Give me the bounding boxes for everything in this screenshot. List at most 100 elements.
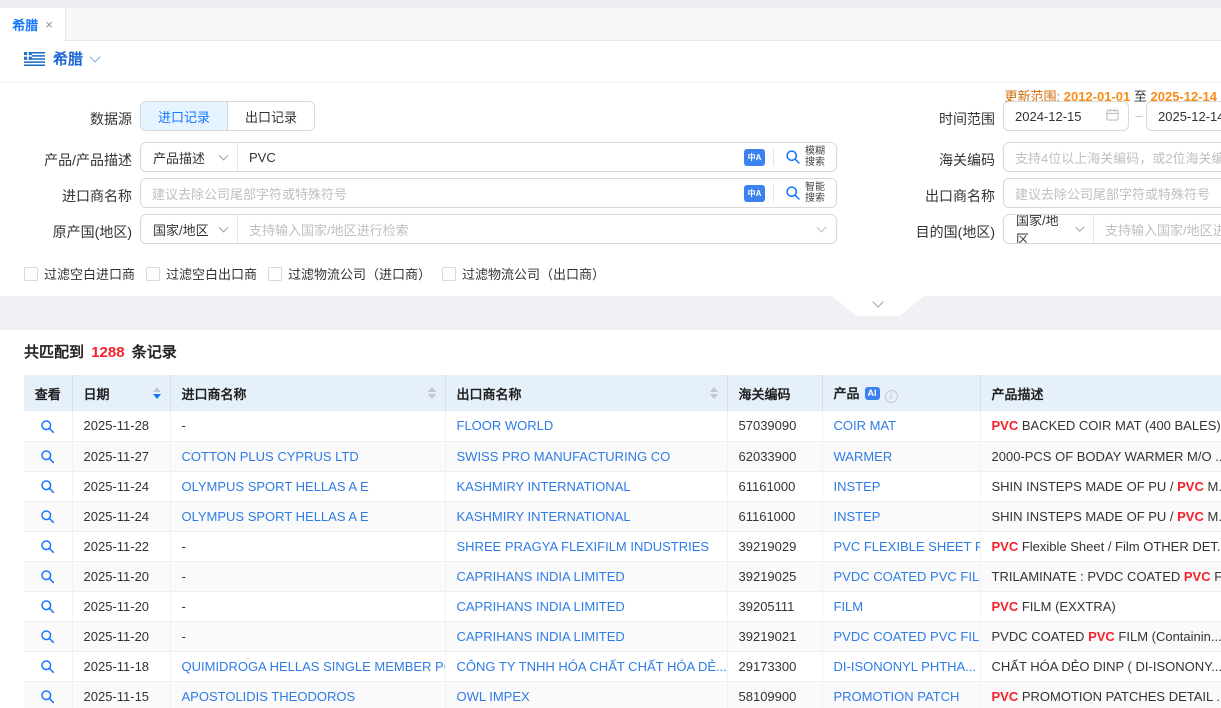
product-cell[interactable]: FILM (822, 591, 980, 621)
product-link[interactable]: PVDC COATED PVC FIL... (834, 569, 981, 584)
column-header-importer[interactable]: 进口商名称 (170, 375, 445, 411)
importer-link[interactable]: QUIMIDROGA HELLAS SINGLE MEMBER PC (182, 659, 446, 674)
search-icon[interactable] (40, 659, 55, 674)
importer-cell[interactable]: COTTON PLUS CYPRUS LTD (170, 441, 445, 471)
importer-cell[interactable]: QUIMIDROGA HELLAS SINGLE MEMBER PC (170, 651, 445, 681)
column-header-exporter[interactable]: 出口商名称 (445, 375, 727, 411)
exporter-cell[interactable]: SHREE PRAGYA FLEXIFILM INDUSTRIES (445, 531, 727, 561)
exporter-link[interactable]: CAPRIHANS INDIA LIMITED (457, 599, 625, 614)
view-record-button[interactable] (24, 411, 72, 441)
product-link[interactable]: FILM (834, 599, 864, 614)
view-record-button[interactable] (24, 471, 72, 501)
view-record-button[interactable] (24, 561, 72, 591)
exporter-cell[interactable]: OWL IMPEX (445, 681, 727, 708)
filter-checkbox[interactable]: 过滤物流公司（进口商） (268, 264, 431, 283)
exporter-link[interactable]: KASHMIRY INTERNATIONAL (457, 509, 631, 524)
info-icon[interactable]: i (885, 390, 898, 403)
product-link[interactable]: WARMER (834, 449, 893, 464)
view-record-button[interactable] (24, 531, 72, 561)
translate-icon[interactable]: 中A (744, 149, 765, 166)
exporter-cell[interactable]: KASHMIRY INTERNATIONAL (445, 501, 727, 531)
product-cell[interactable]: INSTEP (822, 501, 980, 531)
destination-country-input[interactable]: 支持输入国家/地区进行检索 (1094, 220, 1221, 239)
close-icon[interactable]: × (45, 18, 53, 31)
filter-checkbox[interactable]: 过滤物流公司（出口商） (442, 264, 605, 283)
exporter-cell[interactable]: CAPRIHANS INDIA LIMITED (445, 591, 727, 621)
search-icon[interactable] (40, 449, 55, 464)
checkbox-box[interactable] (24, 267, 38, 281)
view-record-button[interactable] (24, 651, 72, 681)
column-header-date[interactable]: 日期 (72, 375, 170, 411)
filter-checkbox[interactable]: 过滤空白进口商 (24, 264, 135, 283)
origin-country-select[interactable]: 国家/地区 (141, 215, 238, 243)
chevron-down-icon[interactable] (89, 51, 100, 62)
product-cell[interactable]: PVC FLEXIBLE SHEET F... (822, 531, 980, 561)
smart-search-button[interactable]: 智能 搜索 (774, 179, 836, 207)
translate-icon[interactable]: 中A (744, 185, 765, 202)
sort-control[interactable] (153, 387, 161, 399)
product-link[interactable]: PVC FLEXIBLE SHEET F... (834, 539, 981, 554)
product-link[interactable]: DI-ISONONYL PHTHA... (834, 659, 977, 674)
product-link[interactable]: PVDC COATED PVC FIL... (834, 629, 981, 644)
view-record-button[interactable] (24, 591, 72, 621)
hs-code-input[interactable]: 支持4位以上海关编码，或2位海关编码加 (1003, 142, 1221, 172)
search-icon[interactable] (40, 509, 55, 524)
product-cell[interactable]: PROMOTION PATCH (822, 681, 980, 708)
sort-control[interactable] (428, 387, 436, 399)
product-field-select[interactable]: 产品描述 (141, 143, 238, 171)
product-cell[interactable]: INSTEP (822, 471, 980, 501)
importer-cell[interactable]: OLYMPUS SPORT HELLAS A E (170, 471, 445, 501)
view-record-button[interactable] (24, 621, 72, 651)
exporter-input[interactable]: 建议去除公司尾部字符或特殊符号 (1003, 178, 1221, 208)
search-icon[interactable] (40, 479, 55, 494)
product-cell[interactable]: DI-ISONONYL PHTHA... (822, 651, 980, 681)
product-cell[interactable]: WARMER (822, 441, 980, 471)
checkbox-box[interactable] (146, 267, 160, 281)
destination-country-select[interactable]: 国家/地区 (1004, 215, 1094, 243)
importer-link[interactable]: OLYMPUS SPORT HELLAS A E (182, 479, 369, 494)
product-link[interactable]: INSTEP (834, 479, 881, 494)
view-record-button[interactable] (24, 441, 72, 471)
importer-cell[interactable]: APOSTOLIDIS THEODOROS (170, 681, 445, 708)
importer-link[interactable]: OLYMPUS SPORT HELLAS A E (182, 509, 369, 524)
product-cell[interactable]: PVDC COATED PVC FIL... (822, 621, 980, 651)
importer-link[interactable]: COTTON PLUS CYPRUS LTD (182, 449, 359, 464)
view-record-button[interactable] (24, 501, 72, 531)
product-cell[interactable]: COIR MAT (822, 411, 980, 441)
exporter-link[interactable]: FLOOR WORLD (457, 418, 554, 433)
exporter-link[interactable]: OWL IMPEX (457, 689, 530, 704)
product-link[interactable]: PROMOTION PATCH (834, 689, 960, 704)
search-icon[interactable] (40, 539, 55, 554)
exporter-cell[interactable]: KASHMIRY INTERNATIONAL (445, 471, 727, 501)
exporter-link[interactable]: KASHMIRY INTERNATIONAL (457, 479, 631, 494)
search-icon[interactable] (40, 419, 55, 434)
exporter-link[interactable]: CÔNG TY TNHH HÓA CHẤT CHẤT HÓA DẺ... (457, 659, 727, 674)
exporter-link[interactable]: CAPRIHANS INDIA LIMITED (457, 629, 625, 644)
importer-input[interactable]: 建议去除公司尾部字符或特殊符号 (141, 184, 744, 203)
date-start-input[interactable]: 2024-12-15 (1003, 101, 1129, 131)
origin-country-input[interactable]: 支持输入国家/地区进行检索 (238, 220, 818, 239)
exporter-cell[interactable]: SWISS PRO MANUFACTURING CO (445, 441, 727, 471)
checkbox-box[interactable] (442, 267, 456, 281)
exporter-link[interactable]: CAPRIHANS INDIA LIMITED (457, 569, 625, 584)
search-icon[interactable] (40, 569, 55, 584)
search-icon[interactable] (40, 689, 55, 704)
exporter-cell[interactable]: FLOOR WORLD (445, 411, 727, 441)
view-record-button[interactable] (24, 681, 72, 708)
sort-control[interactable] (710, 387, 718, 399)
importer-cell[interactable]: OLYMPUS SPORT HELLAS A E (170, 501, 445, 531)
collapse-panel-handle[interactable] (832, 296, 924, 316)
importer-link[interactable]: APOSTOLIDIS THEODOROS (182, 689, 356, 704)
checkbox-box[interactable] (268, 267, 282, 281)
exporter-cell[interactable]: CÔNG TY TNHH HÓA CHẤT CHẤT HÓA DẺ... (445, 651, 727, 681)
fuzzy-search-button[interactable]: 模糊 搜索 (774, 143, 836, 171)
date-end-input[interactable]: 2025-12-14 (1146, 101, 1221, 131)
filter-checkbox[interactable]: 过滤空白出口商 (146, 264, 257, 283)
search-icon[interactable] (40, 599, 55, 614)
search-icon[interactable] (40, 629, 55, 644)
data-source-option[interactable]: 出口记录 (227, 102, 314, 130)
product-cell[interactable]: PVDC COATED PVC FIL... (822, 561, 980, 591)
product-search-input[interactable]: PVC (238, 150, 744, 165)
exporter-link[interactable]: SWISS PRO MANUFACTURING CO (457, 449, 671, 464)
exporter-link[interactable]: SHREE PRAGYA FLEXIFILM INDUSTRIES (457, 539, 710, 554)
